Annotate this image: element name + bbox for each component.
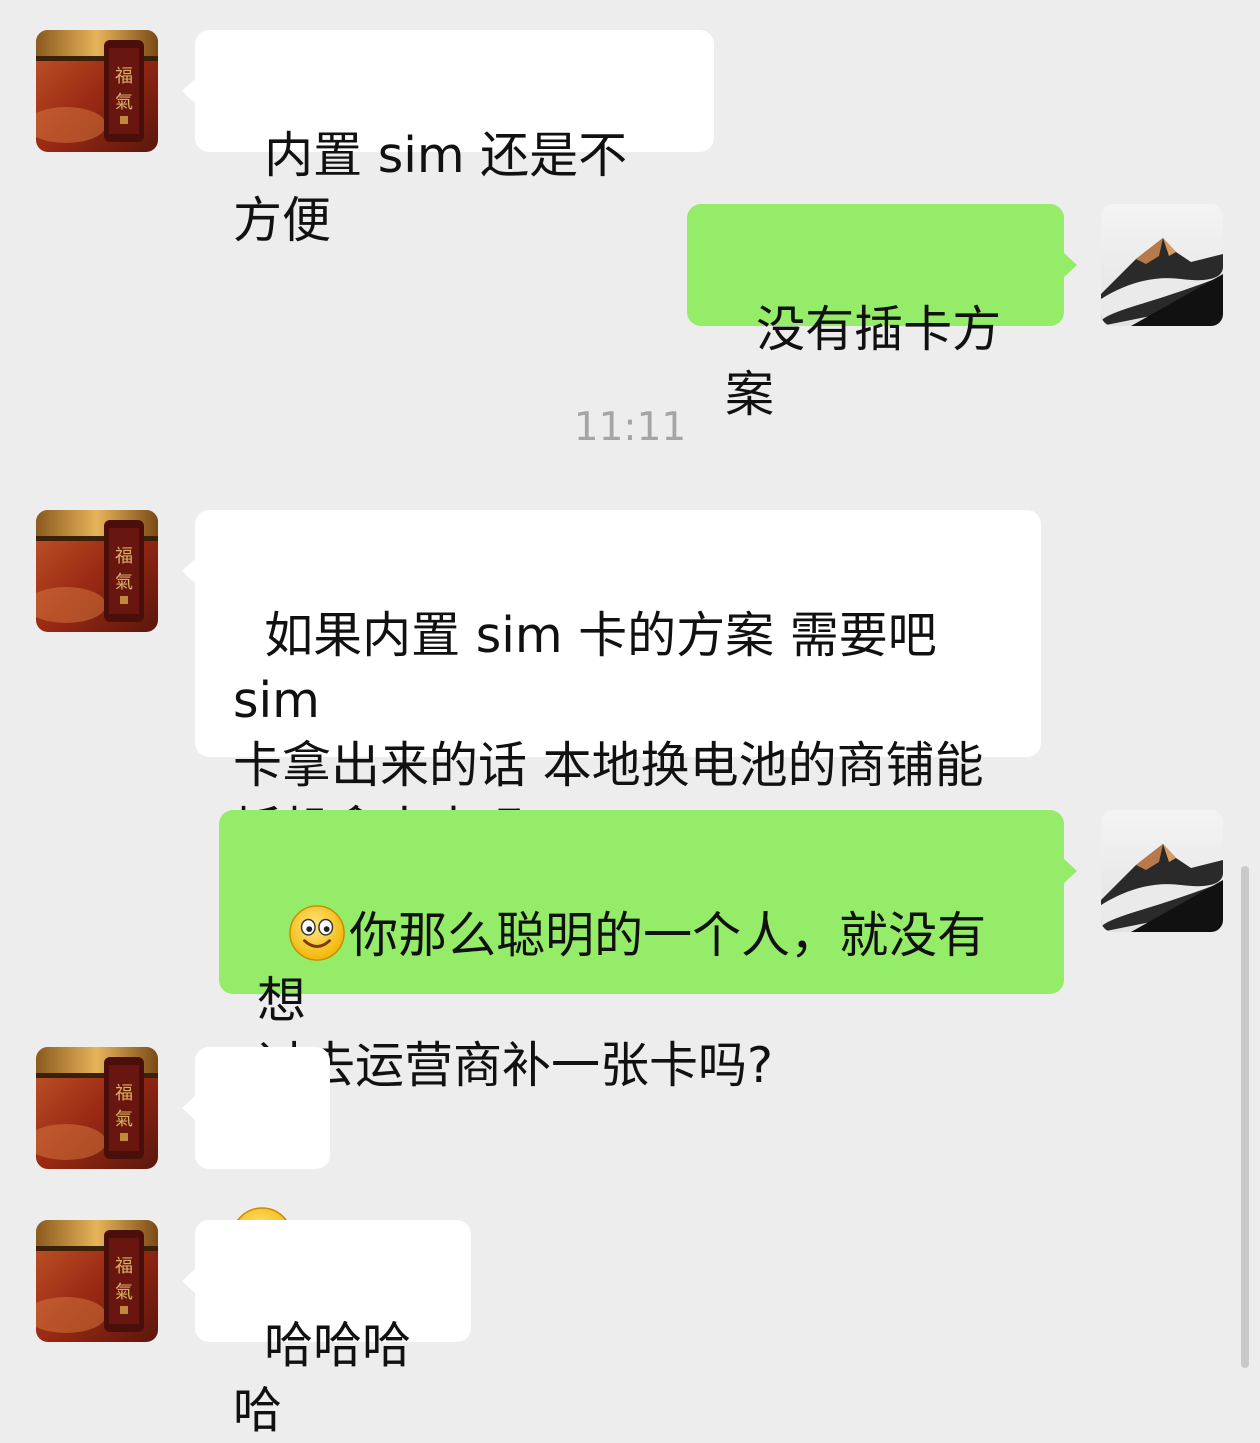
message-timestamp: 11:11 [573, 405, 687, 450]
contact-avatar[interactable] [36, 510, 158, 632]
my-avatar[interactable] [1101, 810, 1223, 932]
message-text: 内置 sim 还是不方便 [233, 127, 628, 249]
my-avatar-image [1101, 204, 1223, 326]
contact-avatar-image [36, 1047, 158, 1169]
contact-avatar-image [36, 510, 158, 632]
contact-avatar[interactable] [36, 1220, 158, 1342]
scrollbar[interactable] [1241, 866, 1249, 1368]
contact-avatar-image [36, 1220, 158, 1342]
my-avatar[interactable] [1101, 204, 1223, 326]
contact-avatar[interactable] [36, 1047, 158, 1169]
message-bubble-received[interactable]: 哈哈哈哈 [182, 1220, 471, 1439]
smile-emoji-icon [289, 905, 345, 961]
contact-avatar-image [36, 30, 158, 152]
message-bubble-received[interactable]: 如果内置 sim 卡的方案 需要吧 sim 卡拿出来的话 本地换电池的商铺能 拆… [182, 510, 1041, 859]
message-bubble-sent[interactable]: 你那么聪明的一个人，就没有想 过去运营商补一张卡吗? [219, 810, 1077, 1094]
message-text: 你那么聪明的一个人，就没有想 过去运营商补一张卡吗? [257, 907, 987, 1094]
contact-avatar[interactable] [36, 30, 158, 152]
message-bubble-received[interactable] [182, 1047, 330, 1269]
message-text: 哈哈哈哈 [233, 1317, 412, 1439]
message-bubble-sent[interactable]: 没有插卡方案 [687, 204, 1077, 423]
my-avatar-image [1101, 810, 1223, 932]
message-bubble-received[interactable]: 内置 sim 还是不方便 [182, 30, 714, 249]
